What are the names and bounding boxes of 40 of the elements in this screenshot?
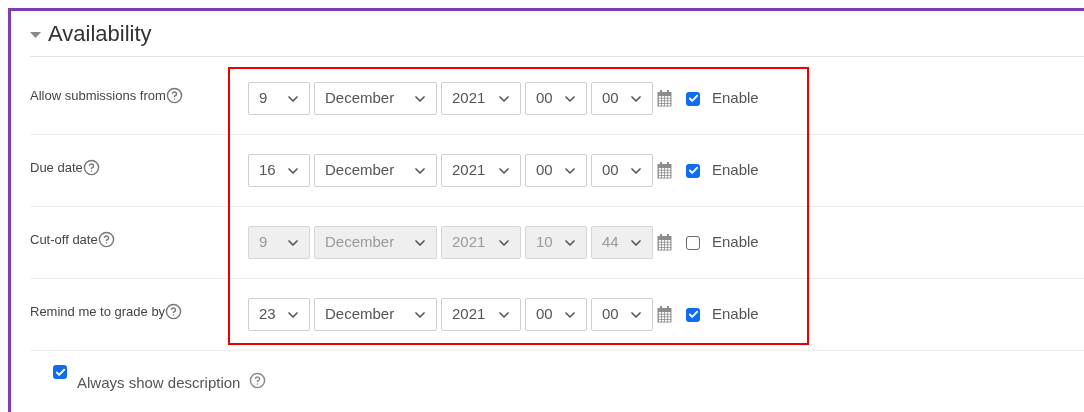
select-field[interactable]: 00 (591, 298, 653, 331)
enable-label: Enable (712, 160, 759, 181)
select-field[interactable]: 00 (525, 82, 587, 115)
select-field[interactable]: 23 (248, 298, 310, 331)
checkbox[interactable] (686, 91, 700, 106)
help-icon[interactable] (97, 231, 115, 248)
field-label: Allow submissions from (30, 86, 166, 105)
calendar-icon[interactable] (657, 306, 672, 323)
select-field[interactable]: 2021 (441, 298, 521, 331)
help-icon[interactable] (82, 159, 100, 176)
calendar-icon[interactable] (657, 162, 672, 179)
field-label: Due date (30, 158, 83, 177)
enable-label: Enable (712, 88, 759, 109)
select-field[interactable]: 00 (525, 298, 587, 331)
field-label: Remind me to grade by (30, 302, 166, 321)
enable-label: Enable (712, 232, 759, 253)
help-icon[interactable] (165, 303, 183, 320)
select-field[interactable]: 2021 (441, 154, 521, 187)
enable-label: Enable (712, 304, 759, 325)
select-field[interactable]: 00 (525, 154, 587, 187)
checkbox[interactable] (686, 235, 700, 250)
checkbox[interactable] (53, 365, 67, 379)
help-icon[interactable] (249, 372, 267, 389)
collapse-caret-icon[interactable] (30, 32, 41, 39)
select-field[interactable]: 2021 (441, 82, 521, 115)
select-field[interactable]: 00 (591, 154, 653, 187)
select-field[interactable]: 16 (248, 154, 310, 187)
field-label: Cut-off date (30, 230, 98, 249)
select-field[interactable]: 00 (591, 82, 653, 115)
checkbox-label: Always show description (77, 373, 241, 393)
section-title: Availability (48, 20, 152, 48)
calendar-icon[interactable] (657, 234, 672, 251)
select-field[interactable]: December (314, 154, 437, 187)
select-field[interactable]: 9 (248, 82, 310, 115)
select-field[interactable]: December (314, 82, 437, 115)
checkbox[interactable] (686, 307, 700, 322)
checkbox[interactable] (686, 163, 700, 178)
select-field[interactable]: December (314, 298, 437, 331)
calendar-icon[interactable] (657, 90, 672, 107)
help-icon[interactable] (165, 87, 183, 104)
